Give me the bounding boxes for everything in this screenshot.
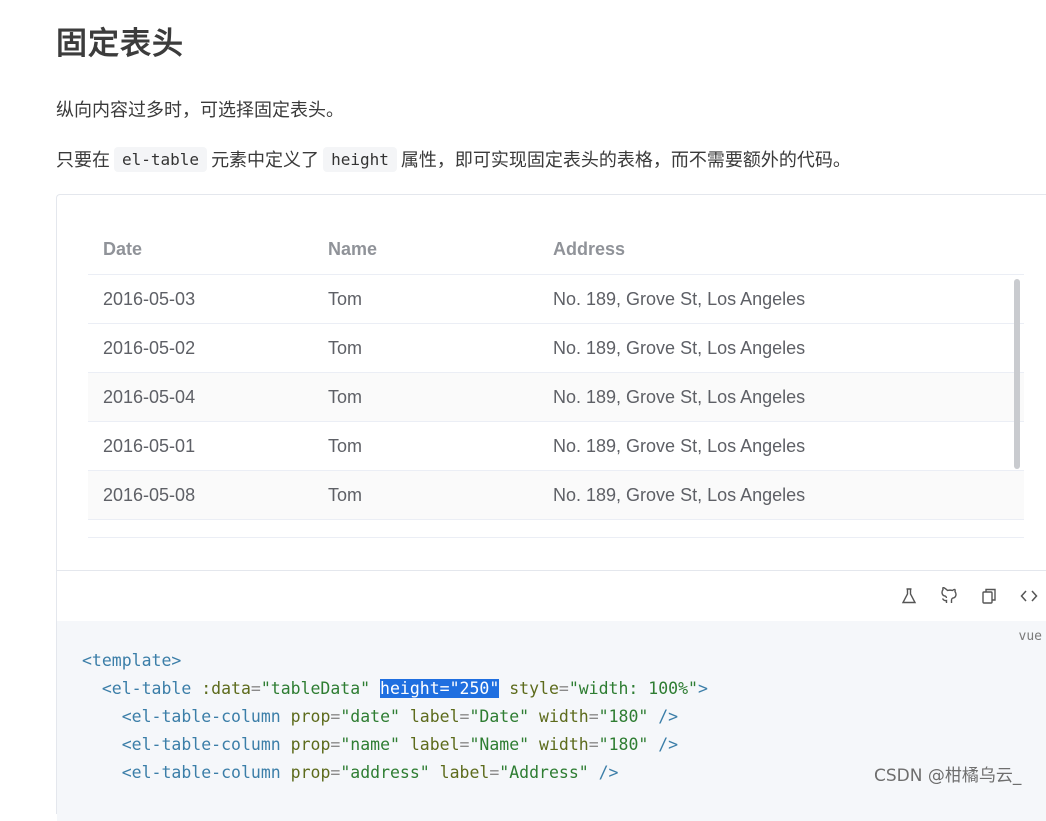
github-icon[interactable] bbox=[938, 585, 960, 607]
code-string: "name" bbox=[340, 735, 400, 754]
cell-date: 2016-05-03 bbox=[103, 288, 196, 309]
code-string: "width: 100%" bbox=[568, 679, 698, 698]
code-string: "Name" bbox=[469, 735, 530, 754]
code-attr: width bbox=[539, 707, 589, 726]
watermark: CSDN @柑橘乌云_ bbox=[874, 766, 1022, 786]
header-address: Address bbox=[553, 239, 626, 259]
code-string: "180" bbox=[598, 735, 649, 754]
demo-toolbar bbox=[57, 570, 1046, 620]
cell-date: 2016-05-04 bbox=[103, 386, 196, 407]
cell-name: Tom bbox=[328, 337, 363, 358]
table-row[interactable]: 2016-05-02 Tom No. 189, Grove St, Los An… bbox=[88, 324, 1024, 373]
desc-middle: 元素中定义了 bbox=[211, 150, 320, 171]
code-attr: label bbox=[439, 763, 490, 782]
inline-code-el-table: el-table bbox=[114, 146, 208, 172]
code-attr: prop bbox=[290, 735, 331, 754]
code-tag: /> bbox=[598, 763, 619, 782]
cell-name: Tom bbox=[328, 484, 363, 505]
inline-code-height: height bbox=[323, 146, 397, 172]
code-tag: <el-table-column bbox=[121, 735, 281, 754]
table-bottom-border bbox=[88, 537, 1024, 538]
desc-before: 只要在 bbox=[56, 150, 110, 171]
code-block: vue <template> <el-table :data="tableDat… bbox=[57, 621, 1046, 821]
flask-icon[interactable] bbox=[898, 585, 920, 607]
code-string: "address" bbox=[340, 763, 430, 782]
cell-address: No. 189, Grove St, Los Angeles bbox=[553, 484, 806, 505]
header-name: Name bbox=[328, 239, 378, 259]
demo-block: Date Name Address 2016-05-03 Tom No. 189… bbox=[56, 194, 1046, 821]
code-line: <template> bbox=[82, 651, 181, 670]
code-tag: /> bbox=[658, 735, 679, 754]
cell-date: 2016-05-01 bbox=[103, 435, 196, 456]
code-attr: prop bbox=[290, 763, 331, 782]
code-highlight[interactable]: height="250" bbox=[380, 679, 500, 698]
code-line: <el-table :data="tableData" height="250"… bbox=[101, 679, 708, 698]
cell-date: 2016-05-08 bbox=[103, 484, 196, 505]
table-row[interactable]: 2016-05-03 Tom No. 189, Grove St, Los An… bbox=[88, 275, 1024, 324]
copy-icon[interactable] bbox=[978, 585, 1000, 607]
code-line: <el-table-column prop="name" label="Name… bbox=[121, 735, 679, 754]
description: 只要在 el-table 元素中定义了 height 属性，即可实现固定表头的表… bbox=[56, 146, 851, 172]
code-line: <el-table-column prop="date" label="Date… bbox=[121, 707, 679, 726]
cell-name: Tom bbox=[328, 288, 363, 309]
code-string: "180" bbox=[598, 707, 649, 726]
cell-address: No. 189, Grove St, Los Angeles bbox=[553, 337, 806, 358]
table-row[interactable]: 2016-05-01 Tom No. 189, Grove St, Los An… bbox=[88, 422, 1024, 471]
code-string: "Address" bbox=[499, 763, 589, 782]
page-title: 固定表头 bbox=[56, 26, 184, 62]
code-attr: label bbox=[409, 707, 460, 726]
code-attr: style bbox=[509, 679, 559, 698]
code-tag: /> bbox=[658, 707, 679, 726]
cell-address: No. 189, Grove St, Los Angeles bbox=[553, 386, 806, 407]
code-language: vue bbox=[1018, 629, 1042, 644]
code-tag: <el-table bbox=[101, 679, 192, 698]
cell-date: 2016-05-02 bbox=[103, 337, 196, 358]
code-string: "date" bbox=[340, 707, 400, 726]
code-attr: prop bbox=[290, 707, 331, 726]
desc-after: 属性，即可实现固定表头的表格，而不需要额外的代码。 bbox=[400, 150, 851, 171]
table-row[interactable]: 2016-05-08 Tom No. 189, Grove St, Los An… bbox=[88, 471, 1024, 520]
table-row[interactable]: 2016-05-04 Tom No. 189, Grove St, Los An… bbox=[88, 373, 1024, 422]
code-icon[interactable] bbox=[1018, 585, 1040, 607]
code-string: "Date" bbox=[469, 707, 530, 726]
cell-name: Tom bbox=[328, 386, 363, 407]
cell-name: Tom bbox=[328, 435, 363, 456]
fixed-header-table: Date Name Address 2016-05-03 Tom No. 189… bbox=[88, 225, 1024, 520]
code-attr: :data bbox=[201, 679, 251, 698]
code-attr: width bbox=[539, 735, 589, 754]
table-header: Date Name Address bbox=[88, 225, 1024, 275]
code-tag: <template> bbox=[82, 651, 182, 670]
code-string: "tableData" bbox=[260, 679, 371, 698]
cell-address: No. 189, Grove St, Los Angeles bbox=[553, 288, 806, 309]
code-line: <el-table-column prop="address" label="A… bbox=[121, 763, 619, 782]
code-tag: <el-table-column bbox=[121, 763, 281, 782]
code-attr: label bbox=[409, 735, 460, 754]
cell-address: No. 189, Grove St, Los Angeles bbox=[553, 435, 806, 456]
table-scrollbar[interactable] bbox=[1014, 279, 1020, 469]
header-date: Date bbox=[103, 239, 143, 259]
code-tag: > bbox=[697, 679, 708, 698]
code-tag: <el-table-column bbox=[121, 707, 281, 726]
intro-text: 纵向内容过多时，可选择固定表头。 bbox=[56, 100, 344, 121]
